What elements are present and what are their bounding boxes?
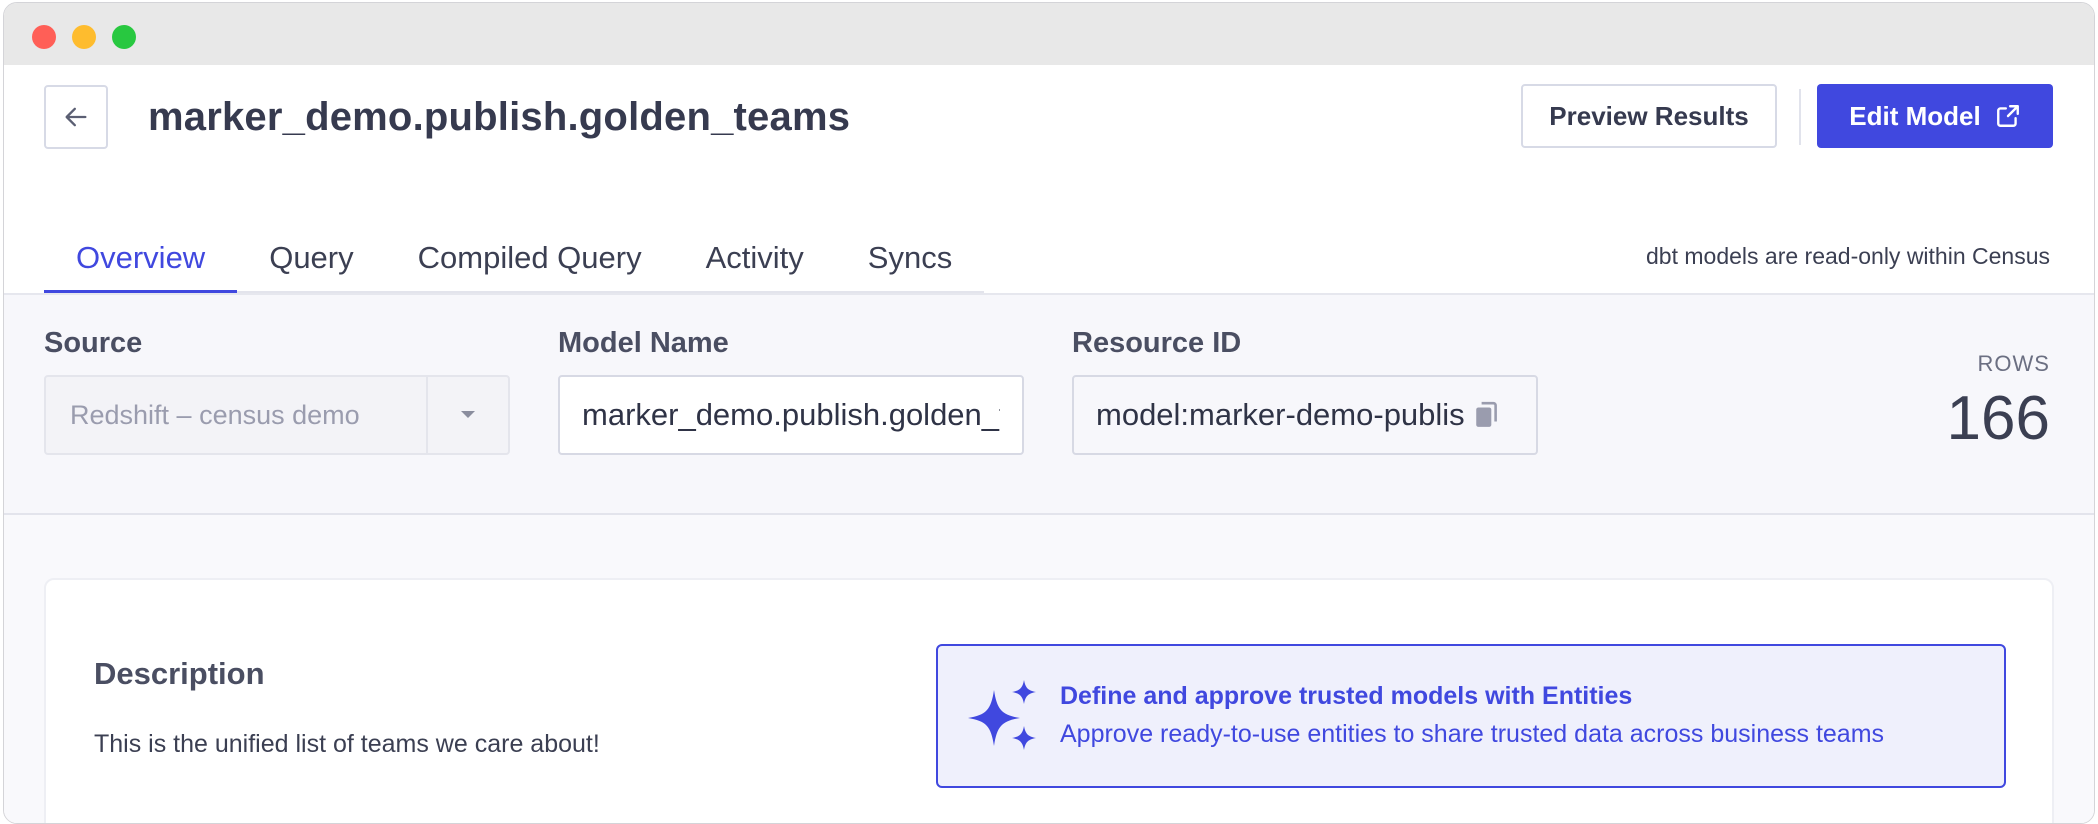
content-area: Description This is the unified list of … xyxy=(4,515,2094,823)
model-name-label: Model Name xyxy=(558,327,729,359)
tab-syncs[interactable]: Syncs xyxy=(836,235,984,293)
page-title: marker_demo.publish.golden_teams xyxy=(148,95,851,139)
preview-results-label: Preview Results xyxy=(1549,100,1749,131)
rows-count: 166 xyxy=(1946,384,2050,453)
source-dropdown-toggle[interactable] xyxy=(426,377,508,453)
model-name-input[interactable] xyxy=(558,375,1024,455)
tab-overview[interactable]: Overview xyxy=(44,235,238,293)
title-bar xyxy=(4,3,2094,65)
external-link-icon xyxy=(1996,105,2019,127)
read-only-note: dbt models are read-only within Census xyxy=(1646,243,2050,269)
resource-id-field xyxy=(1072,375,1538,455)
source-label: Source xyxy=(44,327,143,359)
tab-activity[interactable]: Activity xyxy=(674,235,836,293)
back-button[interactable] xyxy=(44,85,108,149)
copy-button[interactable] xyxy=(1474,401,1500,429)
description-text: This is the unified list of teams we car… xyxy=(94,730,600,758)
entities-promo-banner[interactable]: Define and approve trusted models with E… xyxy=(936,644,2006,788)
source-value: Redshift – census demo xyxy=(70,400,360,430)
model-meta-panel: Source Redshift – census demo Model Name… xyxy=(4,293,2094,515)
edit-model-button[interactable]: Edit Model xyxy=(1817,84,2053,148)
maximize-window-button[interactable] xyxy=(112,25,136,49)
source-select: Redshift – census demo xyxy=(44,375,510,455)
description-title: Description xyxy=(94,656,265,691)
header-divider xyxy=(1799,89,1801,145)
edit-model-label: Edit Model xyxy=(1849,100,1981,131)
close-window-button[interactable] xyxy=(32,25,56,49)
promo-subtitle: Approve ready-to-use entities to share t… xyxy=(1060,720,1885,748)
promo-title: Define and approve trusted models with E… xyxy=(1060,682,1633,710)
page-header: marker_demo.publish.golden_teams Preview… xyxy=(4,65,2094,293)
app-window: marker_demo.publish.golden_teams Preview… xyxy=(3,2,2095,824)
resource-id-label: Resource ID xyxy=(1072,327,1242,359)
resource-id-input[interactable] xyxy=(1074,397,1464,433)
minimize-window-button[interactable] xyxy=(72,25,96,49)
copy-icon xyxy=(1476,401,1497,427)
caret-down-icon xyxy=(461,411,475,418)
tab-query[interactable]: Query xyxy=(237,235,385,293)
description-card: Description This is the unified list of … xyxy=(44,578,2054,823)
tab-compiled-query[interactable]: Compiled Query xyxy=(386,235,674,293)
preview-results-button[interactable]: Preview Results xyxy=(1521,84,1777,148)
tab-bar: Overview Query Compiled Query Activity S… xyxy=(44,235,985,293)
arrow-left-icon xyxy=(65,107,87,127)
rows-label: ROWS xyxy=(1977,351,2050,376)
sparkles-icon xyxy=(968,680,1036,750)
